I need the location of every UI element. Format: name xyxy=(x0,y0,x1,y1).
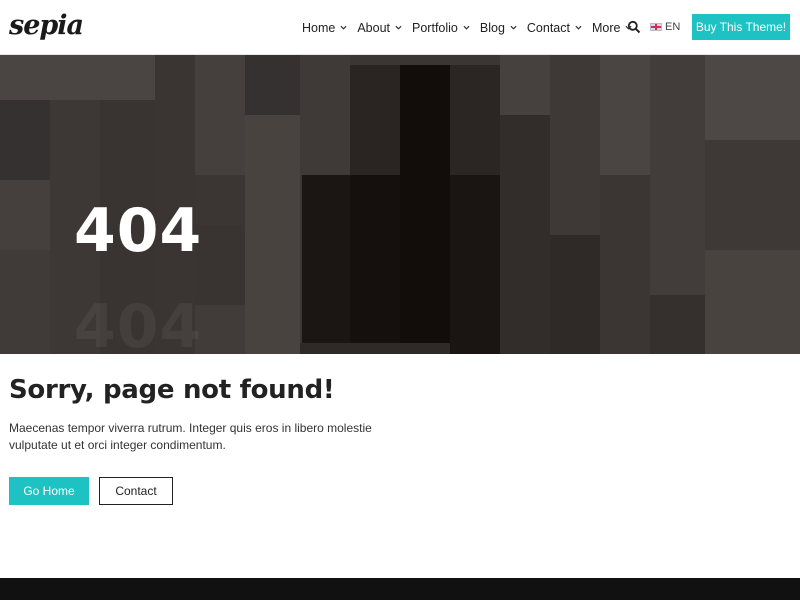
go-home-button[interactable]: Go Home xyxy=(9,477,89,505)
nav-item-label: About xyxy=(357,20,391,35)
chevron-down-icon xyxy=(340,25,347,30)
nav-item-label: Contact xyxy=(526,20,570,35)
nav-item-portfolio[interactable]: Portfolio xyxy=(412,18,470,38)
language-label: EN xyxy=(665,21,681,33)
hero-404-heading: 404 xyxy=(74,196,203,266)
uk-flag-icon xyxy=(650,23,662,31)
site-logo[interactable]: sepia xyxy=(9,9,84,43)
contact-button[interactable]: Contact xyxy=(99,477,173,505)
footer xyxy=(0,578,800,600)
error-description: Maecenas tempor viverra rutrum. Integer … xyxy=(9,421,372,452)
nav-item-label: Portfolio xyxy=(412,20,458,35)
action-buttons: Go Home Contact xyxy=(9,477,173,505)
nav-item-label: Home xyxy=(302,20,336,35)
page-title: Sorry, page not found! xyxy=(9,375,335,405)
hero-404-watermark: 404 xyxy=(74,292,203,354)
nav-item-label: Blog xyxy=(479,20,505,35)
chevron-down-icon xyxy=(510,25,517,30)
nav-item-about[interactable]: About xyxy=(357,18,402,38)
site-header: sepia Home About Portfolio Blog Contact … xyxy=(0,0,800,55)
nav-item-home[interactable]: Home xyxy=(302,18,347,38)
chevron-down-icon xyxy=(463,25,470,30)
nav-item-label: More xyxy=(592,20,621,35)
chevron-down-icon xyxy=(395,25,402,30)
nav-item-blog[interactable]: Blog xyxy=(480,18,517,38)
language-switcher[interactable]: EN xyxy=(650,19,680,35)
main-nav: Home About Portfolio Blog Contact More xyxy=(302,0,642,55)
nav-item-contact[interactable]: Contact xyxy=(527,18,582,38)
error-content: Sorry, page not found! Maecenas tempor v… xyxy=(9,370,409,454)
hero-banner: 404 404 xyxy=(0,55,800,354)
chevron-down-icon xyxy=(575,25,582,30)
search-icon[interactable] xyxy=(627,20,641,34)
buy-theme-button[interactable]: Buy This Theme! xyxy=(692,14,790,40)
